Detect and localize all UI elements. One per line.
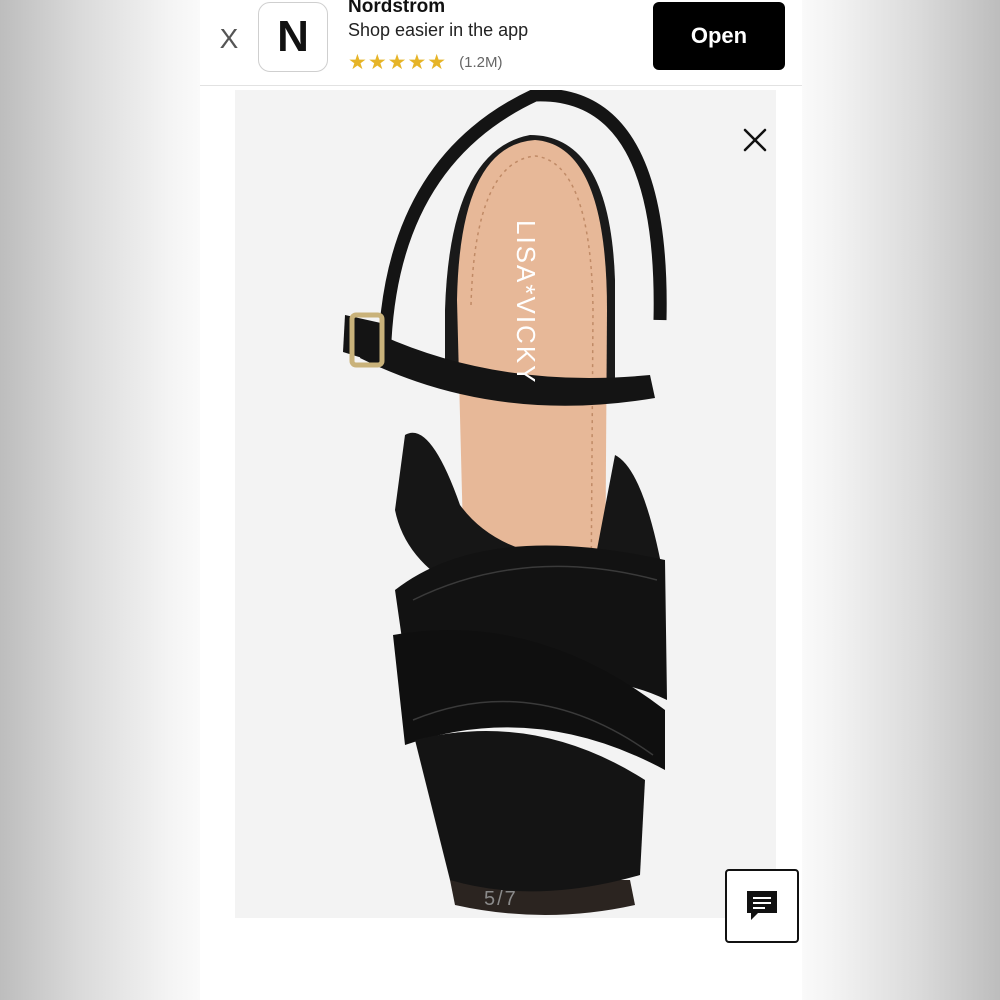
app-icon-letter: N (277, 12, 309, 61)
phone-screen: X N Nordstrom Shop easier in the app ★★★… (200, 0, 802, 1000)
app-rating: ★★★★★ (1.2M) (348, 50, 502, 74)
product-image[interactable]: LISA*VICKY (235, 88, 776, 918)
banner-close-button[interactable]: X (216, 24, 242, 54)
image-close-button[interactable] (742, 127, 768, 153)
rating-stars: ★★★★★ (348, 50, 448, 74)
insole-brand-text: LISA*VICKY (511, 220, 541, 385)
chat-button[interactable] (725, 869, 799, 943)
sandal-illustration: LISA*VICKY (343, 88, 667, 915)
app-name: Nordstrom (348, 0, 446, 17)
app-install-banner: X N Nordstrom Shop easier in the app ★★★… (200, 0, 802, 86)
toe-platform (415, 731, 645, 892)
image-page-indicator: 5/7 (484, 888, 518, 910)
page-background-right (800, 0, 1000, 1000)
app-icon[interactable]: N (258, 2, 328, 72)
app-tagline: Shop easier in the app (348, 20, 529, 40)
chat-icon (747, 891, 777, 920)
page-background-left (0, 0, 200, 1000)
open-app-button[interactable]: Open (653, 2, 785, 70)
close-icon: X (219, 23, 239, 54)
rating-count: (1.2M) (459, 53, 503, 71)
close-icon (743, 128, 767, 152)
